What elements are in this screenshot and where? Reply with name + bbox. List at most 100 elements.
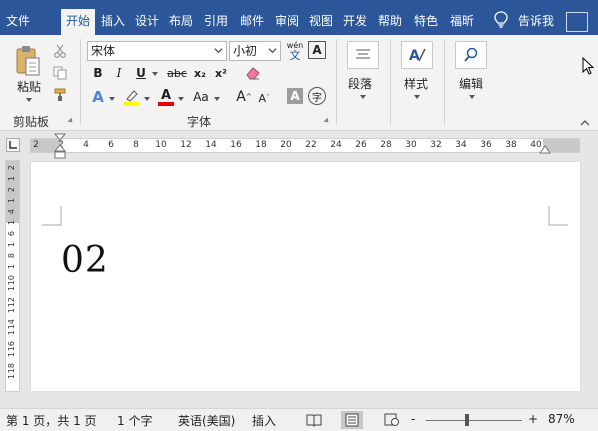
ruler-tick-label: 6 <box>108 140 114 150</box>
document-page[interactable]: 02 <box>31 162 580 391</box>
ruler-tick-label: 26 <box>355 140 367 150</box>
paste-label[interactable]: 粘贴 <box>17 78 41 95</box>
vertical-scrollbar[interactable] <box>583 160 598 408</box>
ribbon-display-options[interactable] <box>566 12 588 32</box>
font-launcher-icon[interactable] <box>323 117 331 125</box>
format-painter-icon[interactable] <box>51 87 69 103</box>
paste-dropdown-icon[interactable] <box>26 98 32 102</box>
tab-8[interactable]: 审阅 <box>271 9 303 35</box>
grow-font-button[interactable]: A ^ <box>236 87 252 107</box>
zoom-slider[interactable] <box>426 420 522 421</box>
styles-dropdown-icon[interactable] <box>414 95 420 99</box>
underline-button[interactable]: U <box>132 64 150 82</box>
vertical-ruler-tick-label: 2 <box>7 187 16 193</box>
char-border-button[interactable]: A <box>308 41 326 59</box>
shrink-font-text: A <box>258 91 267 105</box>
zoom-out-button[interactable]: - <box>411 412 415 426</box>
italic-text: I <box>116 66 122 80</box>
strikethrough-button[interactable]: abc <box>166 64 188 82</box>
paragraph-label[interactable]: 段落 <box>348 75 372 92</box>
tell-me-search[interactable]: 告诉我 <box>518 9 554 33</box>
ruler-tick-label: 34 <box>455 140 467 150</box>
bold-button[interactable]: B <box>89 64 107 82</box>
vertical-ruler-tick-label: 1 <box>7 264 16 270</box>
clipboard-group-label: 剪贴板 <box>13 115 50 129</box>
eraser-icon <box>246 67 260 80</box>
vertical-ruler[interactable]: 2 1 2 1 4 1 6 1 8 1 10 1 12 1 14 1 16 1 18 1 <box>5 160 20 392</box>
enclose-characters-button[interactable]: 字 <box>308 87 326 105</box>
highlight-button[interactable] <box>122 87 142 107</box>
mouse-cursor-icon <box>582 57 594 75</box>
paste-button[interactable] <box>13 43 43 79</box>
tab-12[interactable]: 特色 <box>409 9 443 35</box>
font-family-select[interactable]: 宋体 <box>87 41 227 61</box>
print-layout-button[interactable] <box>341 411 363 429</box>
tab-1[interactable]: 文件 <box>0 9 36 35</box>
cut-icon[interactable] <box>51 43 69 59</box>
font-color-dropdown-icon[interactable] <box>178 97 184 101</box>
tab-7[interactable]: 邮件 <box>235 9 269 35</box>
change-case-dropdown-icon[interactable] <box>214 97 220 101</box>
editing-button[interactable] <box>455 41 487 69</box>
font-color-button[interactable]: A <box>156 87 176 107</box>
italic-button[interactable]: I <box>110 64 128 82</box>
tab-6[interactable]: 引用 <box>199 9 233 35</box>
styles-button[interactable]: A <box>401 41 433 69</box>
paragraph-dropdown-icon[interactable] <box>360 95 366 99</box>
paragraph-button[interactable] <box>347 41 379 69</box>
phonetic-guide-button[interactable]: wén 文 <box>285 40 305 62</box>
copy-icon[interactable] <box>51 65 69 81</box>
clipboard-launcher-icon[interactable] <box>67 117 75 125</box>
ribbon-tab-bar: 文件 开始 插入 设计 布局 引用 邮件 审阅 视图 开发 帮助 特色 福昕 告诉我 <box>0 0 598 36</box>
vertical-ruler-tick-label: 12 <box>7 297 16 308</box>
vertical-ruler-tick-label: 6 <box>7 231 16 237</box>
zoom-slider-thumb[interactable] <box>465 414 470 426</box>
change-case-text: Aa <box>193 90 209 104</box>
char-shading-button[interactable]: A <box>287 88 303 104</box>
paragraph-align-icon <box>356 49 370 59</box>
underline-dropdown-icon[interactable] <box>152 72 158 76</box>
change-case-button[interactable]: Aa <box>190 87 212 107</box>
styles-label[interactable]: 样式 <box>404 75 428 92</box>
insert-mode[interactable]: 插入 <box>252 412 276 429</box>
tab-5[interactable]: 布局 <box>165 9 197 35</box>
read-mode-button[interactable] <box>303 411 325 429</box>
clear-formatting-button[interactable] <box>243 64 263 82</box>
tab-selector[interactable] <box>6 138 20 152</box>
subscript-button[interactable]: x₂ <box>191 64 209 82</box>
horizontal-ruler[interactable]: 2 2 4 6 8 10 12 14 16 18 20 22 24 26 28 30 32 34 36 38 40 <box>30 138 580 153</box>
zoom-level[interactable]: 87% <box>548 412 575 426</box>
indent-markers-icon[interactable] <box>54 133 66 159</box>
text-effects-dropdown-icon[interactable] <box>109 97 115 101</box>
superscript-button[interactable]: x² <box>212 64 230 82</box>
text-effects-button[interactable]: A <box>89 87 107 107</box>
separator <box>336 39 337 125</box>
editing-dropdown-icon[interactable] <box>469 95 475 99</box>
tab-2[interactable]: 开始 <box>61 9 95 36</box>
right-indent-icon[interactable] <box>539 145 551 155</box>
tab-13[interactable]: 福昕 <box>445 9 479 35</box>
font-size-select[interactable]: 小初 <box>229 41 281 61</box>
ruler-tick-label: 10 <box>155 140 167 150</box>
document-body-text[interactable]: 02 <box>61 240 109 281</box>
web-layout-icon <box>384 413 399 426</box>
editing-label[interactable]: 编辑 <box>459 75 483 92</box>
zoom-in-button[interactable]: + <box>528 412 538 426</box>
clipboard-icon <box>16 46 40 76</box>
page-count[interactable]: 第 1 页，共 1 页 <box>6 412 97 429</box>
tab-9[interactable]: 视图 <box>305 9 337 35</box>
tab-11[interactable]: 帮助 <box>373 9 407 35</box>
word-count[interactable]: 1 个字 <box>117 412 152 429</box>
web-layout-button[interactable] <box>381 411 403 429</box>
styles-icon: A <box>409 48 426 64</box>
language-indicator[interactable]: 英语(美国) <box>178 412 235 429</box>
page-layout-icon <box>345 413 359 427</box>
text-effects-text: A <box>92 88 104 106</box>
ruler-tick-label: 8 <box>133 140 139 150</box>
tab-10[interactable]: 开发 <box>339 9 371 35</box>
tab-3[interactable]: 插入 <box>97 9 129 35</box>
shrink-font-button[interactable]: Aˇ <box>256 89 272 107</box>
collapse-ribbon-icon[interactable] <box>580 119 590 127</box>
highlight-dropdown-icon[interactable] <box>144 97 150 101</box>
tab-4[interactable]: 设计 <box>131 9 163 35</box>
